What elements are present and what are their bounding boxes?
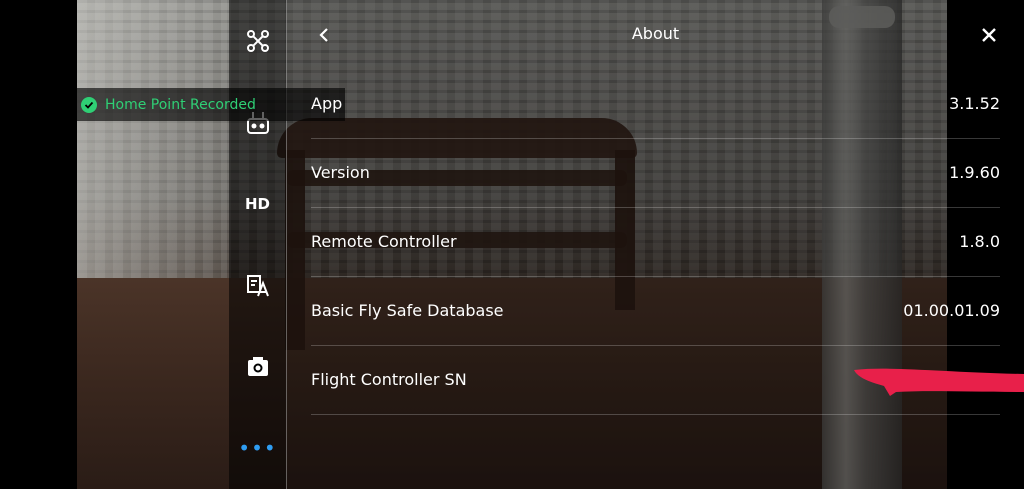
about-row-remote-controller: Remote Controller 1.8.0: [311, 207, 1000, 277]
close-icon: [982, 28, 996, 42]
more-icon[interactable]: •••: [229, 436, 286, 460]
row-value: 1.8.0: [959, 232, 1000, 251]
row-label: Basic Fly Safe Database: [311, 301, 504, 320]
row-value: 1.9.60: [949, 163, 1000, 182]
about-row-flight-controller-sn: Flight Controller SN: [311, 345, 1000, 415]
camera-icon[interactable]: [229, 353, 286, 381]
left-letterbox: [0, 0, 77, 489]
toast-text: Home Point Recorded: [105, 96, 256, 113]
language-icon[interactable]: [229, 272, 286, 300]
row-value: 01.00.01.09: [903, 301, 1000, 320]
close-button[interactable]: [971, 20, 1007, 50]
hd-icon[interactable]: HD: [229, 190, 286, 218]
aircraft-icon[interactable]: [229, 26, 286, 56]
row-value: 3.1.52: [949, 94, 1000, 113]
page-title: About: [631, 24, 680, 43]
about-header: About: [287, 0, 1024, 68]
hd-label: HD: [244, 195, 270, 213]
side-panel: HD •••: [229, 0, 287, 489]
row-label: Version: [311, 163, 370, 182]
check-icon: [81, 96, 97, 113]
row-label: Remote Controller: [311, 232, 457, 251]
row-label: App: [311, 94, 343, 113]
about-row-fly-safe-database: Basic Fly Safe Database 01.00.01.09: [311, 276, 1000, 346]
about-row-version: Version 1.9.60: [311, 138, 1000, 208]
about-row-app: App 3.1.52: [311, 69, 1000, 139]
more-label: •••: [238, 436, 277, 460]
about-panel: About App 3.1.52 Version 1.9.60 Remote C…: [287, 0, 1024, 489]
row-label: Flight Controller SN: [311, 370, 467, 389]
